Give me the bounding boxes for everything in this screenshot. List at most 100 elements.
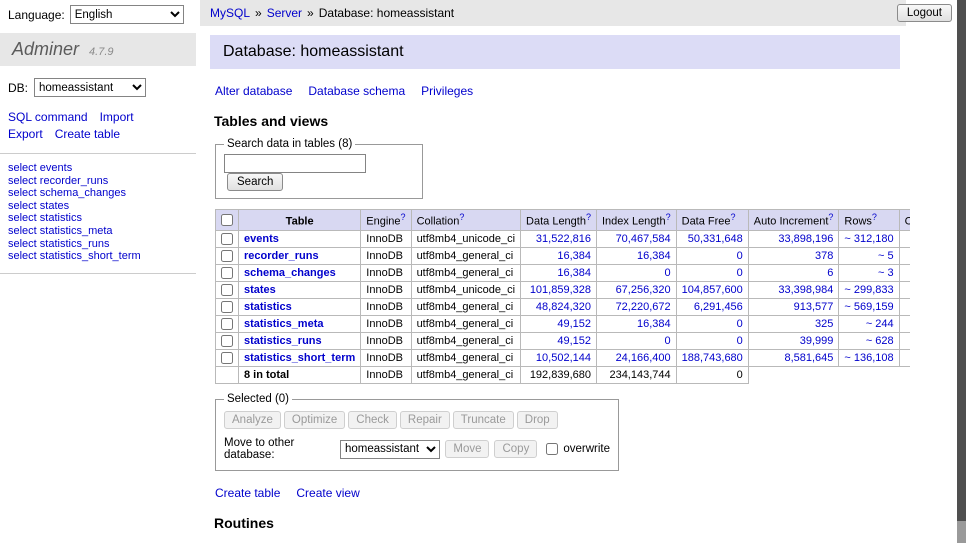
row-select-checkbox[interactable] [221, 233, 233, 245]
index-length-link[interactable]: 16,384 [637, 250, 671, 262]
data-length-link[interactable]: 16,384 [557, 250, 591, 262]
move-button[interactable]: Move [445, 440, 489, 458]
index-length-link[interactable]: 24,166,400 [616, 352, 671, 364]
selected-action-button[interactable]: Analyze [224, 411, 281, 429]
alter-database-link[interactable]: Alter database [215, 84, 292, 98]
data-length-link[interactable]: 16,384 [557, 267, 591, 279]
index-length-link[interactable]: 67,256,320 [616, 284, 671, 296]
table-name-link[interactable]: statistics_meta [244, 318, 324, 330]
selected-action-button[interactable]: Repair [400, 411, 450, 429]
index-length-link[interactable]: 70,467,584 [616, 233, 671, 245]
data-length-link[interactable]: 49,152 [557, 335, 591, 347]
sidebar-select-link[interactable]: select states [8, 200, 188, 213]
index-length-link[interactable]: 0 [665, 335, 671, 347]
data-length-link[interactable]: 31,522,816 [536, 233, 591, 245]
data-length-link[interactable]: 48,824,320 [536, 301, 591, 313]
row-select-checkbox[interactable] [221, 352, 233, 364]
column-help-link[interactable]: ? [666, 212, 671, 222]
select-all-checkbox[interactable] [221, 214, 233, 226]
create-view-link[interactable]: Create view [296, 486, 359, 500]
data-free-link[interactable]: 6,291,456 [694, 301, 743, 313]
rows-count-link[interactable]: ~ 136,108 [844, 352, 893, 364]
sidebar-select-link[interactable]: select schema_changes [8, 187, 188, 200]
column-help-link[interactable]: ? [828, 212, 833, 222]
auto-increment-link[interactable]: 6 [827, 267, 833, 279]
auto-increment-link[interactable]: 33,898,196 [778, 233, 833, 245]
data-free-link[interactable]: 0 [737, 250, 743, 262]
rows-count-link[interactable]: ~ 244 [866, 318, 894, 330]
privileges-link[interactable]: Privileges [421, 84, 473, 98]
row-select-checkbox[interactable] [221, 250, 233, 262]
export-link[interactable]: Export [8, 127, 43, 141]
sidebar-select-link[interactable]: select events [8, 162, 188, 175]
data-length-link[interactable]: 101,859,328 [530, 284, 591, 296]
auto-increment-link[interactable]: 325 [815, 318, 833, 330]
create-table-link[interactable]: Create table [215, 486, 280, 500]
sidebar-select-link[interactable]: select recorder_runs [8, 175, 188, 188]
sql-command-link[interactable]: SQL command [8, 110, 88, 124]
data-free-link[interactable]: 0 [737, 335, 743, 347]
data-free-link[interactable]: 188,743,680 [682, 352, 743, 364]
auto-increment-link[interactable]: 39,999 [800, 335, 834, 347]
table-name-link[interactable]: schema_changes [244, 267, 336, 279]
auto-increment-link[interactable]: 8,581,645 [784, 352, 833, 364]
data-length-link[interactable]: 49,152 [557, 318, 591, 330]
row-select-checkbox[interactable] [221, 267, 233, 279]
row-select-checkbox[interactable] [221, 335, 233, 347]
auto-increment-link[interactable]: 913,577 [794, 301, 834, 313]
index-length-link[interactable]: 16,384 [637, 318, 671, 330]
rows-count-link[interactable]: ~ 312,180 [844, 233, 893, 245]
selected-action-button[interactable]: Truncate [453, 411, 514, 429]
data-free-link[interactable]: 104,857,600 [682, 284, 743, 296]
column-help-link[interactable]: ? [401, 212, 406, 222]
search-button[interactable]: Search [227, 173, 283, 191]
table-name-link[interactable]: events [244, 233, 279, 245]
index-length-link[interactable]: 72,220,672 [616, 301, 671, 313]
sidebar-select-link[interactable]: select statistics_short_term [8, 250, 188, 263]
row-select-checkbox[interactable] [221, 318, 233, 330]
rows-count-link[interactable]: ~ 569,159 [844, 301, 893, 313]
column-help-link[interactable]: ? [459, 212, 464, 222]
data-free-link[interactable]: 0 [737, 267, 743, 279]
scrollbar[interactable] [957, 0, 966, 543]
selected-action-button[interactable]: Drop [517, 411, 558, 429]
overwrite-label[interactable]: overwrite [563, 443, 610, 455]
rows-count-link[interactable]: ~ 628 [866, 335, 894, 347]
breadcrumb-link-server[interactable]: Server [267, 6, 302, 20]
data-free-link[interactable]: 0 [737, 318, 743, 330]
selected-action-button[interactable]: Optimize [284, 411, 345, 429]
rows-count-link[interactable]: ~ 299,833 [844, 284, 893, 296]
auto-increment-link[interactable]: 378 [815, 250, 833, 262]
scrollbar-thumb[interactable] [957, 0, 966, 521]
search-input[interactable] [224, 154, 366, 173]
rows-count-link[interactable]: ~ 3 [878, 267, 894, 279]
table-name-link[interactable]: recorder_runs [244, 250, 319, 262]
sidebar-select-link[interactable]: select statistics [8, 212, 188, 225]
column-help-link[interactable]: ? [872, 212, 877, 222]
create-table-sidebar-link[interactable]: Create table [55, 127, 120, 141]
table-name-link[interactable]: statistics_short_term [244, 352, 355, 364]
row-select-checkbox[interactable] [221, 301, 233, 313]
import-link[interactable]: Import [100, 110, 134, 124]
data-length-link[interactable]: 10,502,144 [536, 352, 591, 364]
db-select[interactable]: homeassistant [34, 78, 146, 97]
logout-button[interactable]: Logout [897, 4, 952, 22]
row-select-checkbox[interactable] [221, 284, 233, 296]
table-name-link[interactable]: statistics_runs [244, 335, 322, 347]
auto-increment-link[interactable]: 33,398,984 [778, 284, 833, 296]
sidebar-select-link[interactable]: select statistics_runs [8, 238, 188, 251]
overwrite-checkbox[interactable] [546, 443, 558, 455]
move-database-select[interactable]: homeassistant [340, 440, 440, 459]
column-help-link[interactable]: ? [731, 212, 736, 222]
sidebar-select-link[interactable]: select statistics_meta [8, 225, 188, 238]
rows-count-link[interactable]: ~ 5 [878, 250, 894, 262]
table-name-link[interactable]: statistics [244, 301, 292, 313]
breadcrumb-link-mysql[interactable]: MySQL [210, 6, 250, 20]
database-schema-link[interactable]: Database schema [308, 84, 405, 98]
data-free-link[interactable]: 50,331,648 [688, 233, 743, 245]
index-length-link[interactable]: 0 [665, 267, 671, 279]
table-name-link[interactable]: states [244, 284, 276, 296]
copy-button[interactable]: Copy [494, 440, 537, 458]
selected-action-button[interactable]: Check [348, 411, 397, 429]
language-select[interactable]: English [70, 5, 184, 24]
